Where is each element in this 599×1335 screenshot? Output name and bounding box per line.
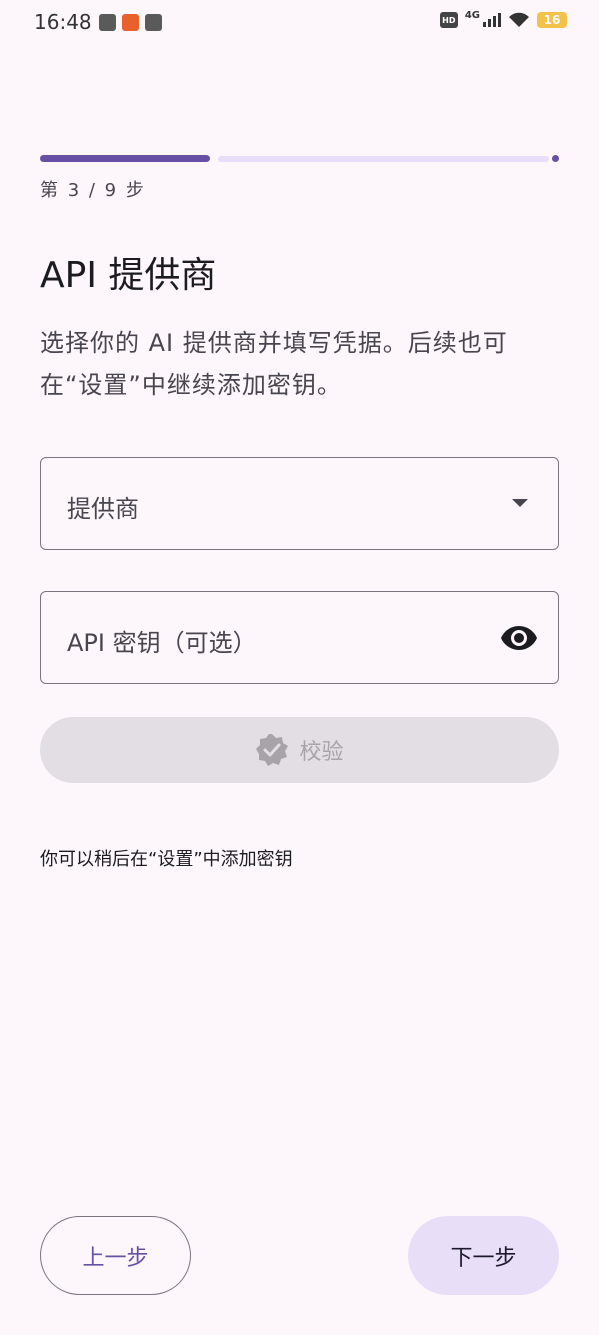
notification-icons xyxy=(99,14,162,31)
message-notification-icon xyxy=(145,14,162,31)
system-status-icons: HD 4G 16 xyxy=(439,9,567,28)
verify-button-label: 校验 xyxy=(299,740,344,765)
step-counter: 第 3 / 9 步 xyxy=(40,180,146,201)
page-title: API 提供商 xyxy=(40,255,217,296)
page-description: 选择你的 AI 提供商并填写凭据。后续也可在“设置”中继续添加密钥。 xyxy=(40,329,508,399)
next-button[interactable]: 下一步 xyxy=(408,1216,559,1295)
step-progress-bar xyxy=(40,155,559,162)
progress-end-dot xyxy=(552,155,559,162)
provider-dropdown-label: 提供商 xyxy=(67,495,139,523)
api-key-input[interactable]: API 密钥（可选） xyxy=(40,591,559,684)
status-time: 16:48 xyxy=(34,10,92,34)
hd-voice-icon: HD xyxy=(439,12,458,28)
eye-icon[interactable] xyxy=(500,623,538,653)
battery-icon: 16 xyxy=(537,12,567,28)
battery-level: 16 xyxy=(543,13,561,27)
dropdown-arrow-icon xyxy=(512,499,528,507)
verify-button[interactable]: 校验 xyxy=(40,717,559,783)
app-notification-icon xyxy=(99,14,116,31)
cellular-signal-icon xyxy=(483,13,501,27)
network-type-label: 4G xyxy=(464,9,480,21)
api-key-input-label: API 密钥（可选） xyxy=(67,629,257,657)
hint-text: 你可以稍后在“设置”中添加密钥 xyxy=(40,849,293,870)
progress-fill xyxy=(40,155,210,162)
back-button[interactable]: 上一步 xyxy=(40,1216,191,1295)
provider-dropdown[interactable]: 提供商 xyxy=(40,457,559,550)
verified-badge-icon xyxy=(256,734,289,766)
wifi-icon xyxy=(509,12,529,27)
status-bar: 16:48 HD 4G 16 xyxy=(0,0,599,48)
progress-track xyxy=(218,156,549,162)
shopping-app-notification-icon xyxy=(122,14,139,31)
